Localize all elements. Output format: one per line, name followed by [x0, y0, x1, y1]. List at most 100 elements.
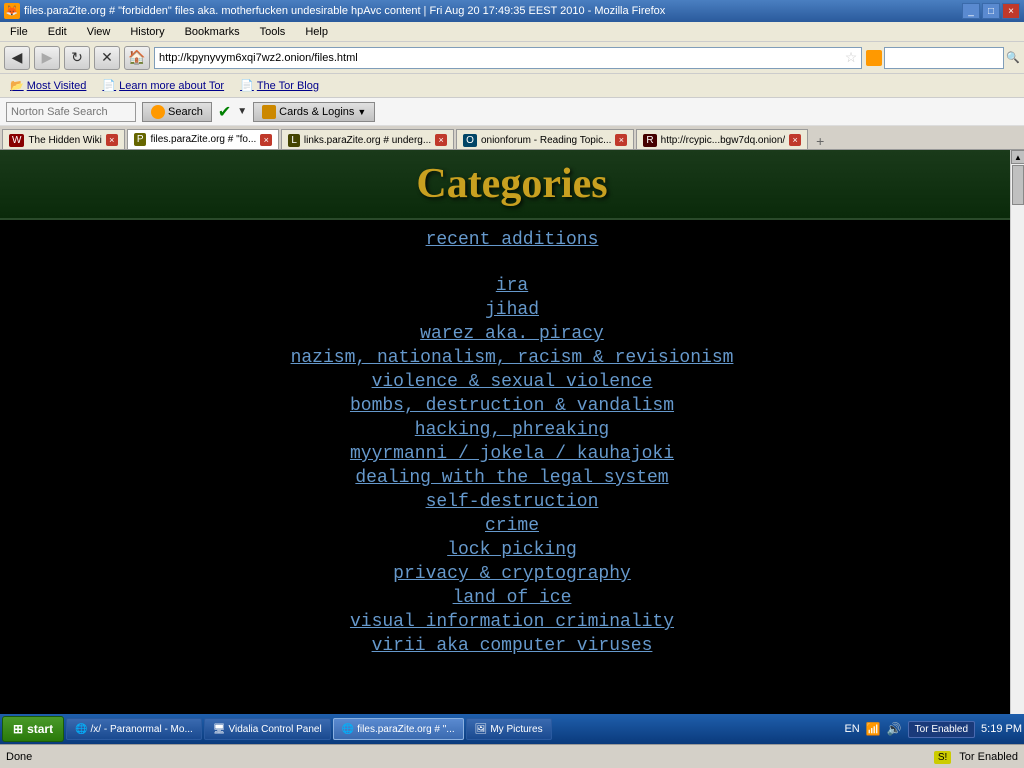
- category-hacking[interactable]: hacking, phreaking: [415, 420, 609, 440]
- paranormal-icon: 🌐: [75, 724, 87, 735]
- links-parazite-tab-icon: L: [288, 134, 300, 147]
- new-tab-button[interactable]: +: [810, 133, 830, 149]
- page-title: Categories: [0, 160, 1024, 208]
- taskbar-pictures[interactable]: 🖼 My Pictures: [466, 718, 552, 740]
- bookmark-star-icon[interactable]: ☆: [845, 49, 858, 66]
- category-virii[interactable]: virii aka computer viruses: [372, 636, 653, 656]
- content-area[interactable]: recent additions ira jihad warez aka. pi…: [0, 220, 1024, 744]
- onionforum-tab-icon: O: [463, 134, 477, 147]
- tab-onionforum-label: onionforum - Reading Topic...: [481, 135, 611, 146]
- taskbar-parazite[interactable]: 🌐 files.paraZite.org # "...: [333, 718, 464, 740]
- tab-parazite-close[interactable]: ×: [260, 134, 272, 146]
- menu-edit[interactable]: Edit: [42, 24, 73, 40]
- tab-hidden-wiki[interactable]: W The Hidden Wiki ×: [2, 129, 125, 150]
- tab-onionforum[interactable]: O onionforum - Reading Topic... ×: [456, 129, 634, 150]
- pictures-label: My Pictures: [490, 724, 542, 735]
- menu-history[interactable]: History: [124, 24, 170, 40]
- norton-bar: Search ✔ ▼ Cards & Logins ▼: [0, 98, 1024, 126]
- tab-links-parazite[interactable]: L links.paraZite.org # underg... ×: [281, 129, 454, 150]
- close-button[interactable]: ×: [1002, 3, 1020, 19]
- reload-button[interactable]: ↻: [64, 46, 90, 70]
- tab-onionforum-close[interactable]: ×: [615, 134, 627, 146]
- tab-parazite[interactable]: P files.paraZite.org # "fo... ×: [127, 129, 280, 150]
- menu-tools[interactable]: Tools: [254, 24, 292, 40]
- tabs-bar: W The Hidden Wiki × P files.paraZite.org…: [0, 126, 1024, 150]
- bookmark-learn-tor[interactable]: 📄 Learn more about Tor: [98, 77, 228, 94]
- tor-status-label: Tor Enabled: [959, 751, 1018, 763]
- norton-dropdown-icon[interactable]: ▼: [237, 106, 247, 117]
- category-crime[interactable]: crime: [485, 516, 539, 536]
- category-land-of-ice[interactable]: land of ice: [453, 588, 572, 608]
- bookmarks-bar: 📂 Most Visited 📄 Learn more about Tor 📄 …: [0, 74, 1024, 98]
- forward-button[interactable]: ▶: [34, 46, 60, 70]
- tab-links-parazite-close[interactable]: ×: [435, 134, 447, 146]
- tab-rcypic-close[interactable]: ×: [789, 134, 801, 146]
- category-self-destruction[interactable]: self-destruction: [426, 492, 599, 512]
- language-indicator: EN: [844, 723, 859, 735]
- bookmark-tor-blog[interactable]: 📄 The Tor Blog: [236, 77, 323, 94]
- network-icon: 📶: [866, 722, 881, 736]
- category-recent-additions[interactable]: recent additions: [426, 230, 599, 250]
- menu-help[interactable]: Help: [299, 24, 334, 40]
- address-input[interactable]: [159, 52, 845, 64]
- tor-enabled-status: S!: [934, 751, 951, 763]
- category-privacy[interactable]: privacy & cryptography: [393, 564, 631, 584]
- category-warez[interactable]: warez aka. piracy: [420, 324, 604, 344]
- taskbar-paranormal[interactable]: 🌐 /x/ - Paranormal - Mo...: [66, 718, 202, 740]
- start-button[interactable]: ⊞ start: [2, 716, 64, 742]
- menu-view[interactable]: View: [81, 24, 117, 40]
- category-nazism[interactable]: nazism, nationalism, racism & revisionis…: [291, 348, 734, 368]
- paranormal-label: /x/ - Paranormal - Mo...: [91, 724, 193, 735]
- address-bar[interactable]: ☆: [154, 47, 862, 69]
- learn-tor-icon: 📄: [102, 79, 116, 92]
- norton-search-button[interactable]: Search: [142, 102, 212, 122]
- volume-icon: 🔊: [887, 722, 902, 736]
- taskbar-vidalia[interactable]: 🖥 Vidalia Control Panel: [204, 718, 331, 740]
- status-text: Done: [6, 751, 32, 763]
- home-button[interactable]: 🏠: [124, 46, 150, 70]
- maximize-button[interactable]: □: [982, 3, 1000, 19]
- window-title: files.paraZite.org # "forbidden" files a…: [24, 5, 665, 17]
- cards-dropdown-icon: ▼: [357, 107, 366, 117]
- bookmark-most-visited[interactable]: 📂 Most Visited: [6, 77, 90, 94]
- most-visited-label: Most Visited: [27, 80, 87, 92]
- browser-search-input[interactable]: [884, 47, 1004, 69]
- norton-icon: [151, 105, 165, 119]
- tab-hidden-wiki-close[interactable]: ×: [106, 134, 118, 146]
- titlebar: 🦊 files.paraZite.org # "forbidden" files…: [0, 0, 1024, 22]
- tab-rcypic[interactable]: R http://rcypic...bgw7dq.onion/ ×: [636, 129, 808, 150]
- minimize-button[interactable]: _: [962, 3, 980, 19]
- scrollbar-up-button[interactable]: ▲: [1011, 150, 1024, 164]
- tab-rcypic-label: http://rcypic...bgw7dq.onion/: [661, 135, 786, 146]
- search-container: 🔍: [866, 47, 1020, 69]
- stop-button[interactable]: ✕: [94, 46, 120, 70]
- rcypic-tab-icon: R: [643, 134, 656, 147]
- scrollbar[interactable]: ▲ ▼: [1010, 150, 1024, 744]
- menu-file[interactable]: File: [4, 24, 34, 40]
- window-controls: _ □ ×: [962, 3, 1020, 19]
- most-visited-icon: 📂: [10, 79, 24, 92]
- norton-search-input[interactable]: [6, 102, 136, 122]
- category-myyrmanni[interactable]: myyrmanni / jokela / kauhajoki: [350, 444, 674, 464]
- category-jihad[interactable]: jihad: [485, 300, 539, 320]
- category-ira[interactable]: ira: [496, 276, 528, 296]
- category-lock-picking[interactable]: lock picking: [447, 540, 577, 560]
- category-legal[interactable]: dealing with the legal system: [355, 468, 668, 488]
- category-bombs[interactable]: bombs, destruction & vandalism: [350, 396, 674, 416]
- tab-links-parazite-label: links.paraZite.org # underg...: [304, 135, 431, 146]
- back-button[interactable]: ◀: [4, 46, 30, 70]
- category-violence[interactable]: violence & sexual violence: [372, 372, 653, 392]
- app-icon: 🦊: [4, 3, 20, 19]
- cards-logins-button[interactable]: Cards & Logins ▼: [253, 102, 375, 122]
- cards-label: Cards & Logins: [279, 106, 354, 118]
- category-visual[interactable]: visual information criminality: [350, 612, 674, 632]
- pictures-icon: 🖼: [475, 724, 488, 735]
- status-bar: Done S! Tor Enabled: [0, 744, 1024, 768]
- search-engine-icon: [866, 50, 882, 66]
- scrollbar-thumb[interactable]: [1012, 165, 1024, 205]
- tor-enabled-badge: S!: [934, 751, 951, 764]
- menu-bookmarks[interactable]: Bookmarks: [179, 24, 246, 40]
- tab-parazite-label: files.paraZite.org # "fo...: [150, 134, 256, 145]
- taskbar: ⊞ start 🌐 /x/ - Paranormal - Mo... 🖥 Vid…: [0, 714, 1024, 744]
- main-content: Categories recent additions ira jihad wa…: [0, 150, 1024, 744]
